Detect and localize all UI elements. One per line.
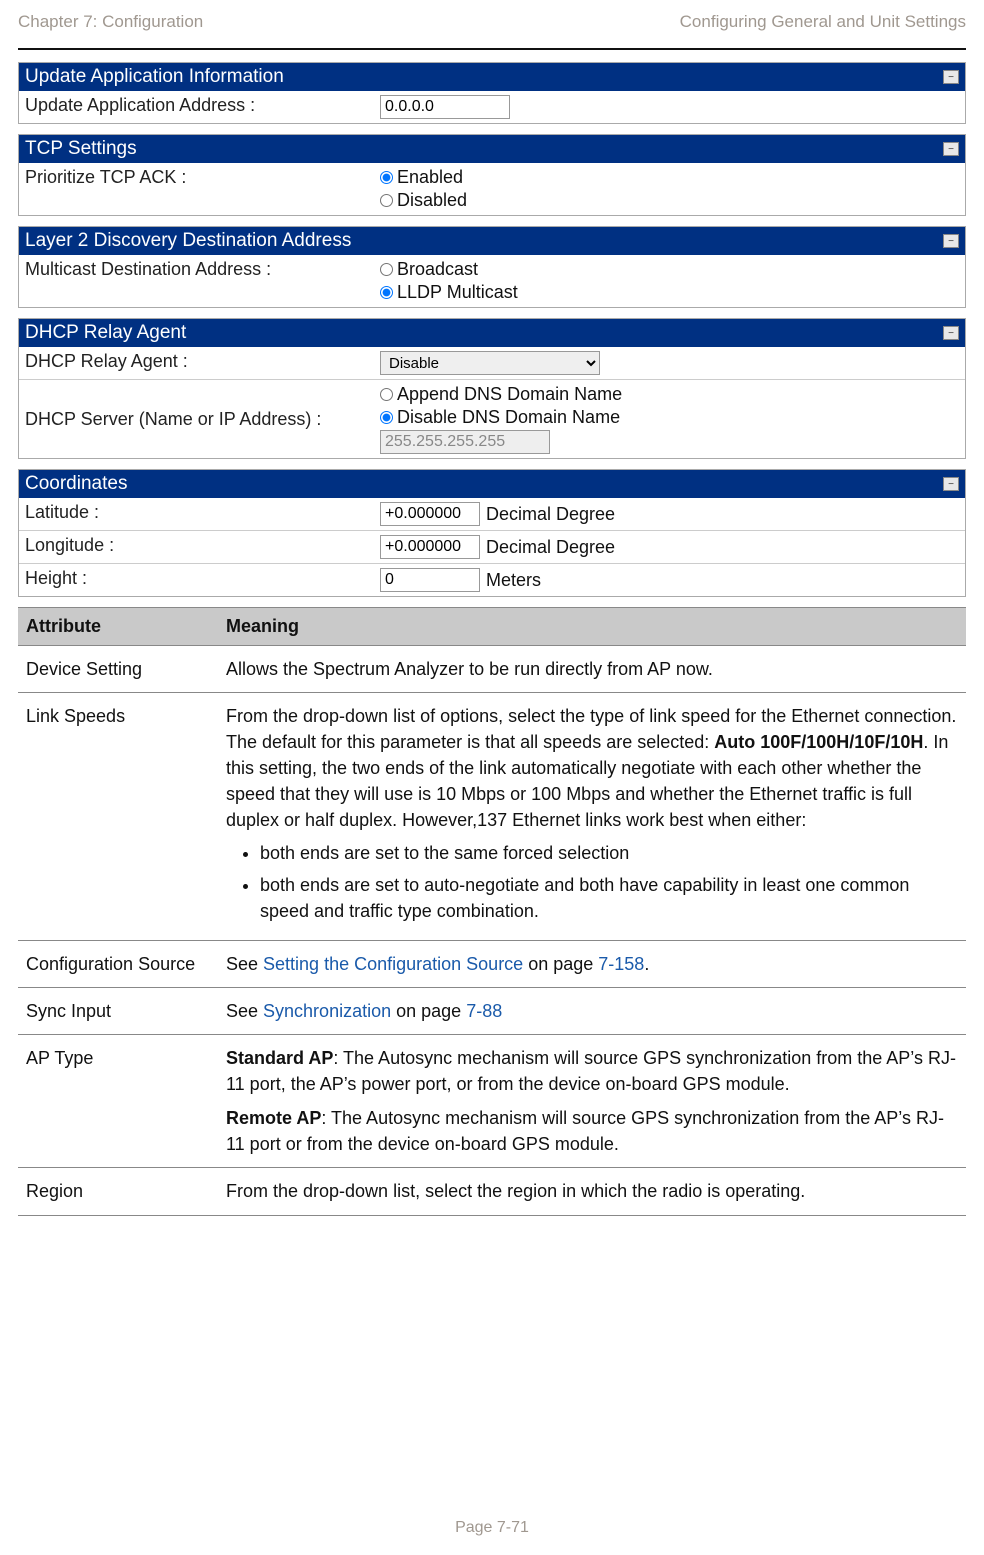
multicast-label: Multicast Destination Address : <box>19 255 374 307</box>
panel-coordinates: Coordinates − Latitude : Decimal Degree … <box>18 469 966 597</box>
height-unit: Meters <box>486 570 541 591</box>
page-ref[interactable]: 7-158 <box>598 954 644 974</box>
dhcp-server-label: DHCP Server (Name or IP Address) : <box>19 380 374 458</box>
lldp-label: LLDP Multicast <box>397 282 518 303</box>
panel-title-dhcp: DHCP Relay Agent − <box>19 319 965 347</box>
attribute-table: Attribute Meaning Device Setting Allows … <box>18 607 966 1216</box>
table-row: AP Type Standard AP: The Autosync mechan… <box>18 1035 966 1168</box>
collapse-icon[interactable]: − <box>943 142 959 156</box>
dhcp-ip-input <box>380 430 550 454</box>
collapse-icon[interactable]: − <box>943 326 959 340</box>
attr-aptype: AP Type <box>18 1035 218 1168</box>
header-left: Chapter 7: Configuration <box>18 12 203 32</box>
panel-update-app: Update Application Information − Update … <box>18 62 966 124</box>
update-address-input[interactable] <box>380 95 510 119</box>
tcp-disabled-label: Disabled <box>397 190 467 211</box>
tcp-enabled-radio[interactable] <box>380 171 393 184</box>
panel-title-text: Coordinates <box>25 473 127 495</box>
latitude-label: Latitude : <box>19 498 374 530</box>
meaning-aptype: Standard AP: The Autosync mechanism will… <box>218 1035 966 1168</box>
panel-title-coordinates: Coordinates − <box>19 470 965 498</box>
panel-title-layer2: Layer 2 Discovery Destination Address − <box>19 227 965 255</box>
meaning-sync: See Synchronization on page 7-88 <box>218 987 966 1034</box>
disable-dns-radio[interactable] <box>380 411 393 424</box>
panel-title-text: DHCP Relay Agent <box>25 322 186 344</box>
meaning-link: From the drop-down list of options, sele… <box>218 693 966 941</box>
attr-region: Region <box>18 1168 218 1215</box>
collapse-icon[interactable]: − <box>943 70 959 84</box>
list-item: both ends are set to the same forced sel… <box>260 840 958 866</box>
page-header: Chapter 7: Configuration Configuring Gen… <box>18 10 966 50</box>
table-row: Link Speeds From the drop-down list of o… <box>18 693 966 941</box>
col-attribute: Attribute <box>18 608 218 646</box>
height-label: Height : <box>19 564 374 596</box>
dhcp-agent-label: DHCP Relay Agent : <box>19 347 374 379</box>
header-right: Configuring General and Unit Settings <box>680 12 966 32</box>
attr-config: Configuration Source <box>18 940 218 987</box>
panel-title-text: Update Application Information <box>25 66 284 88</box>
lldp-radio[interactable] <box>380 286 393 299</box>
broadcast-label: Broadcast <box>397 259 478 280</box>
longitude-input[interactable] <box>380 535 480 559</box>
attr-link: Link Speeds <box>18 693 218 941</box>
page-ref[interactable]: 7-88 <box>466 1001 502 1021</box>
panel-title-tcp: TCP Settings − <box>19 135 965 163</box>
longitude-label: Longitude : <box>19 531 374 563</box>
panel-title-update: Update Application Information − <box>19 63 965 91</box>
table-row: Device Setting Allows the Spectrum Analy… <box>18 646 966 693</box>
panel-layer2: Layer 2 Discovery Destination Address − … <box>18 226 966 308</box>
meaning-device: Allows the Spectrum Analyzer to be run d… <box>218 646 966 693</box>
tcp-ack-label: Prioritize TCP ACK : <box>19 163 374 215</box>
table-row: Region From the drop-down list, select t… <box>18 1168 966 1215</box>
latitude-unit: Decimal Degree <box>486 504 615 525</box>
page-footer: Page 7-71 <box>0 1519 984 1537</box>
disable-dns-label: Disable DNS Domain Name <box>397 407 620 428</box>
update-address-label: Update Application Address : <box>19 91 374 123</box>
panel-dhcp: DHCP Relay Agent − DHCP Relay Agent : Di… <box>18 318 966 459</box>
table-row: Configuration Source See Setting the Con… <box>18 940 966 987</box>
tcp-enabled-label: Enabled <box>397 167 463 188</box>
panel-title-text: TCP Settings <box>25 138 137 160</box>
link-config-source[interactable]: Setting the Configuration Source <box>263 954 523 974</box>
attr-device: Device Setting <box>18 646 218 693</box>
link-synchronization[interactable]: Synchronization <box>263 1001 391 1021</box>
table-row: Sync Input See Synchronization on page 7… <box>18 987 966 1034</box>
append-dns-label: Append DNS Domain Name <box>397 384 622 405</box>
longitude-unit: Decimal Degree <box>486 537 615 558</box>
dhcp-agent-select[interactable]: Disable <box>380 351 600 375</box>
col-meaning: Meaning <box>218 608 966 646</box>
meaning-config: See Setting the Configuration Source on … <box>218 940 966 987</box>
collapse-icon[interactable]: − <box>943 477 959 491</box>
broadcast-radio[interactable] <box>380 263 393 276</box>
tcp-disabled-radio[interactable] <box>380 194 393 207</box>
collapse-icon[interactable]: − <box>943 234 959 248</box>
panel-title-text: Layer 2 Discovery Destination Address <box>25 230 351 252</box>
latitude-input[interactable] <box>380 502 480 526</box>
panel-tcp: TCP Settings − Prioritize TCP ACK : Enab… <box>18 134 966 216</box>
attr-sync: Sync Input <box>18 987 218 1034</box>
meaning-region: From the drop-down list, select the regi… <box>218 1168 966 1215</box>
list-item: both ends are set to auto-negotiate and … <box>260 872 958 924</box>
append-dns-radio[interactable] <box>380 388 393 401</box>
height-input[interactable] <box>380 568 480 592</box>
